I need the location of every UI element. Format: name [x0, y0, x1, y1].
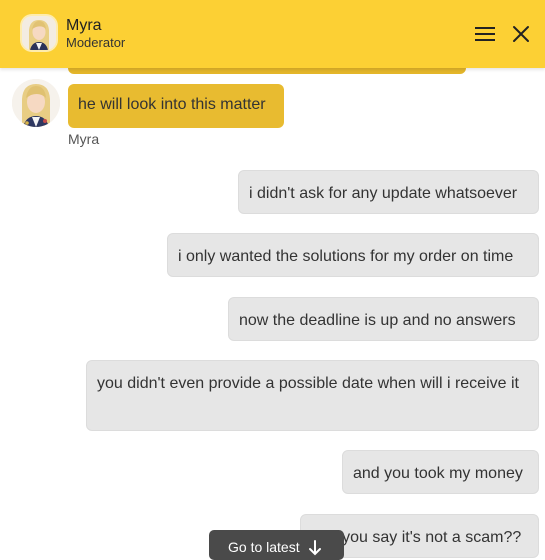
moderator-name: Myra — [66, 17, 102, 34]
go-to-latest-button[interactable]: Go to latest — [209, 530, 344, 560]
moderator-avatar — [22, 16, 56, 50]
agent-message-bubble: he will look into this matter — [68, 84, 284, 128]
user-message-bubble: and you took my money — [342, 450, 539, 494]
agent-sender-name: Myra — [68, 131, 100, 147]
user-message-bubble: i only wanted the solutions for my order… — [167, 233, 539, 277]
chat-header: Myra Moderator — [0, 0, 545, 68]
agent-avatar — [12, 79, 60, 127]
moderator-role: Moderator — [66, 35, 126, 50]
user-message-bubble: you didn't even provide a possible date … — [86, 360, 539, 431]
hamburger-menu-icon[interactable] — [474, 24, 496, 44]
user-message-bubble: now the deadline is up and no answers — [228, 297, 539, 341]
user-message-bubble: i didn't ask for any update whatsoever — [238, 170, 539, 214]
close-icon[interactable] — [510, 23, 532, 45]
arrow-down-icon — [309, 540, 321, 556]
go-to-latest-label: Go to latest — [228, 539, 300, 555]
